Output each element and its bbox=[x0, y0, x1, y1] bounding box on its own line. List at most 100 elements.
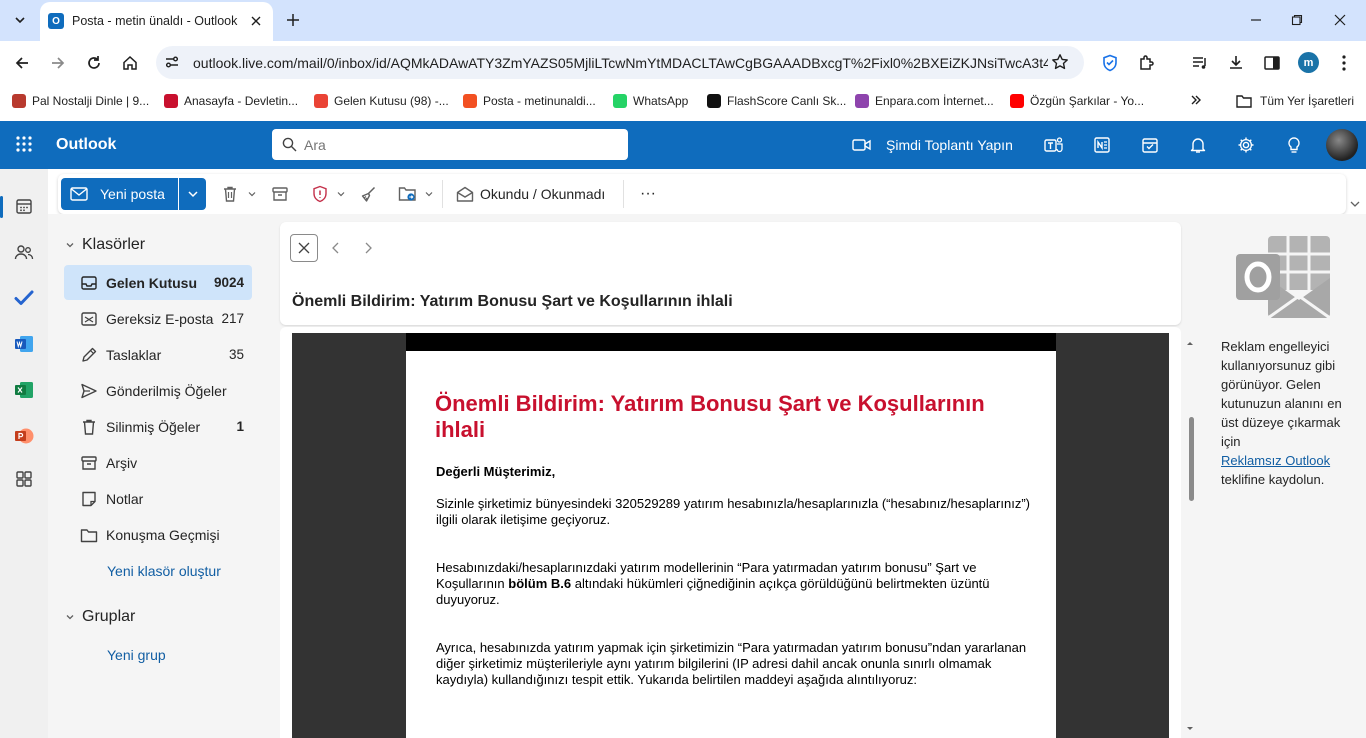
delete-dropdown[interactable] bbox=[248, 190, 256, 198]
ribbon-expand-button[interactable] bbox=[1348, 198, 1362, 210]
groups-section-header[interactable]: Gruplar bbox=[64, 606, 135, 628]
close-message-button[interactable] bbox=[290, 234, 318, 262]
more-apps-button[interactable] bbox=[12, 467, 36, 491]
bookmark-item[interactable]: Anasayfa - Devletin... bbox=[164, 84, 298, 117]
sweep-button[interactable] bbox=[358, 184, 378, 204]
archive-button[interactable] bbox=[270, 184, 290, 204]
site-info-icon[interactable] bbox=[164, 54, 180, 70]
video-camera-icon bbox=[852, 139, 871, 151]
new-group-link[interactable]: Yeni grup bbox=[107, 647, 166, 663]
url-text[interactable]: outlook.live.com/mail/0/inbox/id/AQMkADA… bbox=[193, 55, 1048, 71]
my-day-button[interactable] bbox=[1140, 135, 1160, 155]
folder-deleted[interactable]: Silinmiş Öğeler 1 bbox=[64, 409, 252, 444]
new-mail-button[interactable]: Yeni posta bbox=[61, 178, 178, 210]
bookmark-item[interactable]: Özgün Şarkılar - Yo... bbox=[1010, 84, 1144, 117]
move-to-dropdown[interactable] bbox=[425, 190, 433, 198]
ribbon-divider bbox=[623, 180, 624, 208]
teams-button[interactable] bbox=[1044, 135, 1064, 155]
bookmark-star-button[interactable] bbox=[1051, 53, 1069, 71]
tab-search-button[interactable] bbox=[8, 8, 32, 32]
microsoft-icon bbox=[463, 93, 477, 108]
folder-inbox[interactable]: Gelen Kutusu 9024 bbox=[64, 265, 252, 300]
previous-message-button[interactable] bbox=[328, 240, 344, 256]
minimize-button[interactable] bbox=[1244, 8, 1268, 32]
report-button[interactable] bbox=[310, 184, 330, 204]
create-folder-link[interactable]: Yeni klasör oluştur bbox=[107, 563, 221, 579]
shield-extension-button[interactable] bbox=[1098, 51, 1122, 75]
bookmark-item[interactable]: WhatsApp bbox=[613, 84, 688, 117]
email-content: Önemli Bildirim: Yatırım Bonusu Şart ve … bbox=[406, 351, 1056, 738]
browser-tab[interactable]: O Posta - metin ünaldı - Outlook bbox=[40, 2, 273, 41]
restore-button[interactable] bbox=[1285, 8, 1309, 32]
address-bar[interactable]: outlook.live.com/mail/0/inbox/id/AQMkADA… bbox=[156, 46, 1084, 79]
junk-icon bbox=[81, 311, 97, 326]
search-box[interactable] bbox=[272, 129, 628, 160]
email-top-bar bbox=[406, 333, 1056, 351]
folder-sent[interactable]: Gönderilmiş Öğeler bbox=[64, 373, 252, 408]
browser-menu-button[interactable] bbox=[1332, 51, 1356, 75]
folder-notes[interactable]: Notlar bbox=[64, 481, 252, 516]
side-panel-button[interactable] bbox=[1260, 51, 1284, 75]
people-app-button[interactable] bbox=[12, 240, 36, 264]
powerpoint-icon bbox=[15, 428, 34, 444]
bookmark-item[interactable]: Posta - metinunaldi... bbox=[463, 84, 596, 117]
todo-app-button[interactable] bbox=[12, 286, 36, 310]
email-title: Önemli Bildirim: Yatırım Bonusu Şart ve … bbox=[435, 391, 985, 442]
reading-scrollbar[interactable] bbox=[1184, 336, 1196, 736]
back-button[interactable] bbox=[10, 51, 34, 75]
new-mail-dropdown[interactable] bbox=[179, 178, 206, 210]
app-launcher-button[interactable] bbox=[14, 134, 34, 154]
more-options-button[interactable]: ··· bbox=[638, 184, 658, 204]
bookmark-item[interactable]: Enpara.com İnternet... bbox=[855, 84, 994, 117]
downloads-button[interactable] bbox=[1224, 51, 1248, 75]
profile-avatar[interactable]: m bbox=[1298, 52, 1319, 73]
report-dropdown[interactable] bbox=[337, 190, 345, 198]
move-to-button[interactable] bbox=[398, 184, 418, 204]
notifications-button[interactable] bbox=[1188, 135, 1208, 155]
outlook-brand[interactable]: Outlook bbox=[56, 136, 116, 154]
excel-app-button[interactable] bbox=[12, 378, 36, 402]
folder-conversation-history[interactable]: Konuşma Geçmişi bbox=[64, 517, 252, 552]
chevron-right-icon bbox=[365, 242, 372, 254]
email-paragraph: Ayrıca, hesabınızda yatırım yapmak için … bbox=[436, 640, 1027, 687]
settings-button[interactable] bbox=[1236, 135, 1256, 155]
scrollbar-thumb[interactable] bbox=[1189, 417, 1194, 501]
home-button[interactable] bbox=[118, 51, 142, 75]
search-input[interactable] bbox=[304, 129, 604, 160]
calendar-app-button[interactable] bbox=[12, 194, 36, 218]
new-tab-button[interactable] bbox=[282, 9, 304, 31]
gear-icon bbox=[1238, 137, 1254, 153]
ad-free-outlook-link[interactable]: Reklamsız Outlook bbox=[1221, 453, 1330, 468]
forward-button[interactable] bbox=[46, 51, 70, 75]
chevron-double-right-icon bbox=[1191, 95, 1201, 105]
close-window-button[interactable] bbox=[1328, 8, 1352, 32]
tips-button[interactable] bbox=[1284, 135, 1304, 155]
folder-archive[interactable]: Arşiv bbox=[64, 445, 252, 480]
bookmark-item[interactable]: FlashScore Canlı Sk... bbox=[707, 84, 846, 117]
account-avatar[interactable] bbox=[1326, 129, 1358, 161]
chevron-down-icon bbox=[187, 191, 198, 198]
close-tab-button[interactable] bbox=[246, 11, 266, 31]
powerpoint-app-button[interactable] bbox=[12, 424, 36, 448]
media-controls-button[interactable] bbox=[1188, 51, 1212, 75]
bookmark-item[interactable]: Gelen Kutusu (98) -... bbox=[314, 84, 449, 117]
more-bookmarks-button[interactable] bbox=[1188, 92, 1204, 108]
read-unread-button[interactable]: Okundu / Okunmadı bbox=[456, 184, 605, 204]
all-bookmarks-folder[interactable]: Tüm Yer İşaretleri bbox=[1236, 84, 1354, 117]
delete-button[interactable] bbox=[220, 184, 240, 204]
extensions-button[interactable] bbox=[1135, 51, 1159, 75]
next-message-button[interactable] bbox=[360, 240, 376, 256]
folders-section-header[interactable]: Klasörler bbox=[64, 234, 145, 256]
meet-now-button[interactable]: Şimdi Toplantı Yapın bbox=[852, 134, 1013, 156]
word-app-button[interactable] bbox=[12, 332, 36, 356]
folder-drafts[interactable]: Taslaklar 35 bbox=[64, 337, 252, 372]
reload-button[interactable] bbox=[82, 51, 106, 75]
bookmark-item[interactable]: Pal Nostalji Dinle | 9... bbox=[12, 84, 149, 117]
enpara-icon bbox=[855, 93, 869, 108]
note-icon bbox=[82, 491, 96, 506]
onenote-button[interactable] bbox=[1092, 135, 1112, 155]
rail-active-indicator bbox=[0, 196, 3, 218]
star-icon bbox=[1052, 54, 1068, 70]
bookmark-favicon-icon bbox=[164, 93, 178, 108]
folder-junk[interactable]: Gereksiz E-posta 217 bbox=[64, 301, 252, 336]
